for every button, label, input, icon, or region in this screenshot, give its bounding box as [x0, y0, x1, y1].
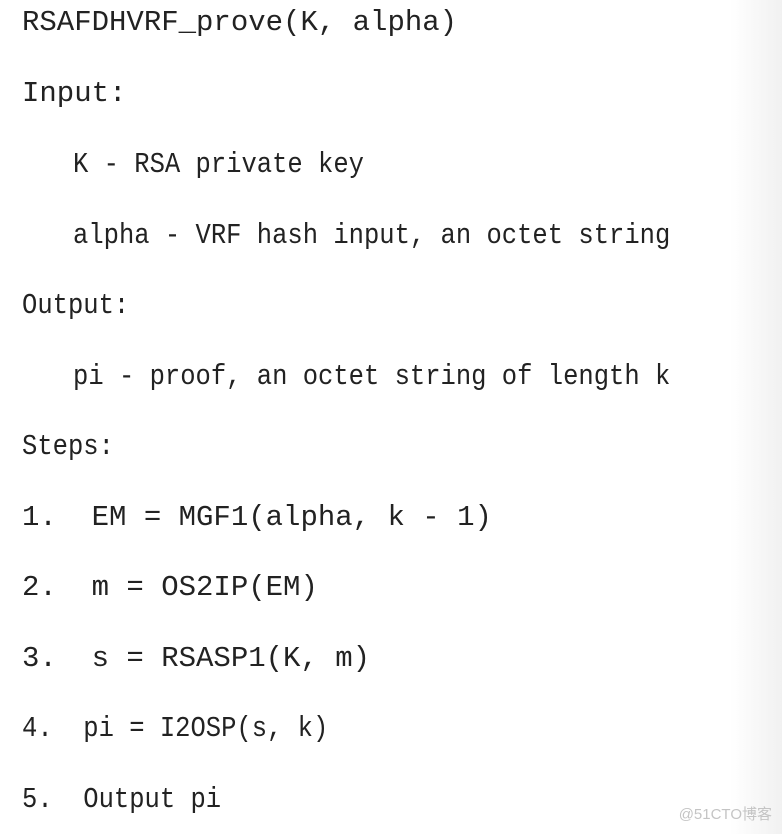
- output-heading: Output:: [22, 289, 130, 322]
- input-item: alpha - VRF hash input, an octet string: [73, 219, 671, 252]
- input-item: K - RSA private key: [73, 148, 364, 181]
- document-body: RSAFDHVRF_prove(K, alpha) Input: K - RSA…: [0, 0, 782, 834]
- step-item: 1. EM = MGF1(alpha, k - 1): [22, 501, 492, 534]
- output-item: pi - proof, an octet string of length k: [73, 360, 671, 393]
- function-signature: RSAFDHVRF_prove(K, alpha): [22, 6, 458, 39]
- step-item: 2. m = OS2IP(EM): [22, 571, 318, 604]
- input-heading: Input:: [22, 77, 127, 110]
- steps-heading: Steps:: [22, 430, 114, 463]
- step-item: 3. s = RSASP1(K, m): [22, 642, 371, 675]
- watermark: @51CTO博客: [678, 806, 772, 823]
- step-item: 4. pi = I2OSP(s, k): [22, 712, 329, 745]
- step-item: 5. Output pi: [22, 783, 222, 816]
